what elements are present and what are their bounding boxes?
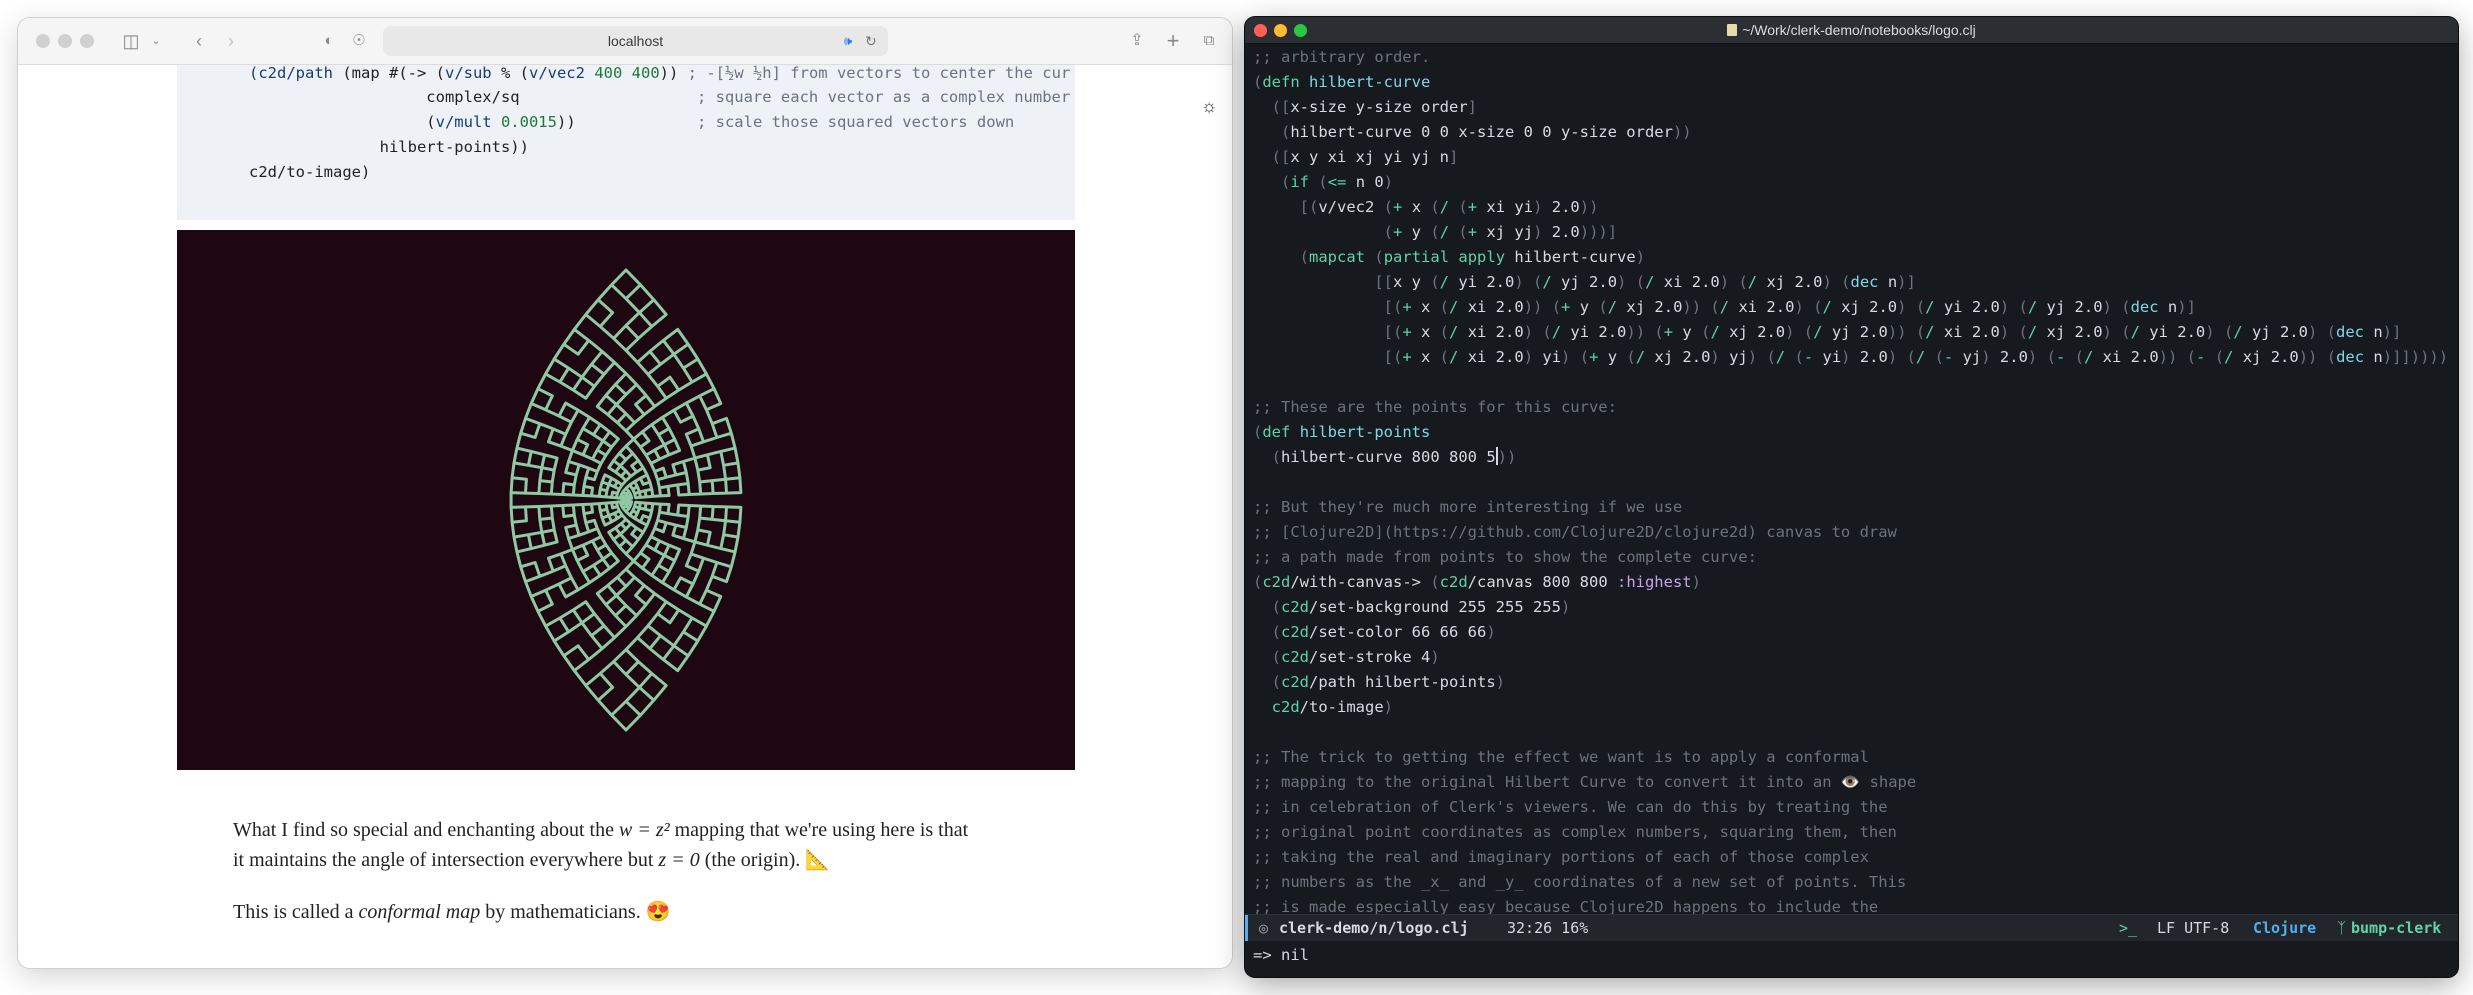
code-line: (mapcat (partial apply hilbert-curve)	[1299, 248, 1646, 266]
code-line: ;; numbers as the _x_ and _y_ coordinate…	[1253, 873, 1907, 891]
prose-text: (the origin). 📐	[699, 849, 831, 871]
code-line: (v/mult 0.0015)) ; scale those squared v…	[249, 113, 1015, 131]
echo-area: => nil	[1253, 946, 1309, 964]
new-tab-icon[interactable]: +	[1160, 28, 1186, 54]
code-line: (c2d/path hilbert-points)	[1271, 673, 1505, 691]
code-line: [(+ x (/ xi 2.0) (/ yi 2.0)) (+ y (/ xj …	[1383, 323, 2402, 341]
conformal-hilbert-image	[177, 230, 1075, 770]
code-line: ;; taking the real and imaginary portion…	[1253, 848, 1869, 866]
forward-icon[interactable]: ›	[218, 28, 244, 54]
editor-titlebar: ~/Work/clerk-demo/notebooks/logo.clj	[1245, 17, 2458, 44]
buffer-icon: ◎	[1259, 919, 1269, 937]
window-title-text: ~/Work/clerk-demo/notebooks/logo.clj	[1742, 22, 1976, 38]
chevron-down-icon[interactable]: ⌄	[143, 28, 169, 54]
code-line: (defn hilbert-curve	[1253, 73, 1431, 91]
code-line: hilbert-points))	[249, 138, 529, 156]
code-line: (+ y (/ (+ xj yj) 2.0)))]	[1383, 223, 1618, 241]
modeline-indicator	[1245, 915, 1248, 941]
code-line: (def hilbert-points	[1253, 423, 1431, 441]
code-line: [(+ x (/ xi 2.0)) (+ y (/ xj 2.0)) (/ xi…	[1383, 298, 2196, 316]
code-line: (c2d/path (map #(-> (v/sub % (v/vec2 400…	[249, 64, 1071, 82]
shield-icon[interactable]: ◐	[316, 28, 342, 54]
code-line: ;; But they're much more interesting if …	[1253, 498, 1683, 516]
prose-text: by mathematicians. 😍	[480, 901, 671, 923]
code-line: ;; original point coordinates as complex…	[1253, 823, 1897, 841]
code-line: (if (<= n 0)	[1281, 173, 1394, 191]
browser-toolbar: ◫ ⌄ ‹ › ◐ ☉ localhost 🕪 ↻ ⇪ + ⧉	[18, 18, 1232, 65]
paragraph: This is called a conformal map by mathem…	[233, 897, 1063, 927]
math-expression: z = 0	[658, 849, 700, 871]
code-line: [(+ x (/ xi 2.0) yi) (+ y (/ xj 2.0) yj)…	[1383, 348, 2449, 366]
code-line: ;; [Clojure2D](https://github.com/Clojur…	[1253, 523, 1897, 541]
prose-text: What I find so special and enchanting ab…	[233, 819, 619, 841]
prose-text: it maintains the angle of intersection e…	[233, 849, 659, 871]
code-line: ;; arbitrary order.	[1253, 48, 1431, 66]
code-line: ;; a path made from points to show the c…	[1253, 548, 1757, 566]
mode-line: ◎ clerk-demo/n/logo.clj 32:26 16% >_ LF …	[1245, 914, 2458, 941]
address-text: localhost	[607, 33, 664, 49]
sound-icon[interactable]: 🕪	[844, 33, 860, 49]
git-branch-icon: ᛉ	[2337, 919, 2347, 937]
major-mode[interactable]: Clojure	[2253, 915, 2316, 941]
zoom-light[interactable]	[80, 34, 94, 48]
code-line: (c2d/with-canvas-> (c2d/canvas 800 800 :…	[1253, 573, 1701, 591]
code-line: c2d/to-image)	[249, 163, 371, 181]
code-line: [[x y (/ yi 2.0) (/ yj 2.0) (/ xi 2.0) (…	[1374, 273, 1916, 291]
window-title: ~/Work/clerk-demo/notebooks/logo.clj	[1245, 17, 2458, 43]
code-line: complex/sq ; square each vector as a com…	[249, 88, 1071, 106]
code-line: [(v/vec2 (+ x (/ (+ xi yi) 2.0))	[1299, 198, 1599, 216]
paragraph: What I find so special and enchanting ab…	[233, 815, 1063, 875]
minimize-light[interactable]	[58, 34, 72, 48]
reload-icon[interactable]: ↻	[865, 33, 881, 49]
theme-toggle-icon[interactable]: ☼	[1198, 95, 1220, 117]
reader-icon[interactable]: ☉	[346, 28, 372, 54]
address-bar[interactable]: localhost 🕪 ↻	[383, 26, 888, 56]
code-line: c2d/to-image)	[1271, 698, 1394, 716]
code-line: (c2d/set-color 66 66 66)	[1271, 623, 1496, 641]
prose-text: mapping that we're using here is that	[669, 819, 969, 841]
code-line: (c2d/set-background 255 255 255)	[1271, 598, 1571, 616]
browser-window: ◫ ⌄ ‹ › ◐ ☉ localhost 🕪 ↻ ⇪ + ⧉ (c2d/pat…	[18, 18, 1232, 968]
math-expression: w = z²	[619, 819, 670, 841]
share-icon[interactable]: ⇪	[1124, 28, 1150, 54]
notebook-page: (c2d/path (map #(-> (v/sub % (v/vec2 400…	[18, 64, 1232, 968]
file-icon	[1727, 24, 1738, 36]
back-icon[interactable]: ‹	[186, 28, 212, 54]
code-line: ([x y xi xj yi yj n]	[1271, 148, 1459, 166]
code-line: (c2d/set-stroke 4)	[1271, 648, 1440, 666]
tabs-overview-icon[interactable]: ⧉	[1196, 28, 1222, 54]
code-cell: (c2d/path (map #(-> (v/sub % (v/vec2 400…	[177, 64, 1075, 220]
encoding[interactable]: LF UTF-8	[2157, 915, 2229, 941]
terminal-icon: >_	[2119, 919, 2138, 937]
sidebar-icon[interactable]: ◫	[118, 28, 144, 54]
git-branch[interactable]: bump-clerk	[2351, 915, 2441, 941]
editor-window: ~/Work/clerk-demo/notebooks/logo.clj ;; …	[1245, 17, 2458, 977]
code-line: ;; These are the points for this curve:	[1253, 398, 1617, 416]
emphasis: conformal map	[358, 901, 481, 923]
code-buffer[interactable]: ;; arbitrary order. (defn hilbert-curve …	[1245, 45, 2458, 930]
code-line: ([x-size y-size order]	[1271, 98, 1477, 116]
code-line: (hilbert-curve 0 0 x-size 0 0 y-size ord…	[1281, 123, 1692, 141]
hilbert-curve-path	[509, 268, 743, 732]
buffer-name[interactable]: clerk-demo/n/logo.clj	[1279, 915, 1469, 941]
code-line: ;; mapping to the original Hilbert Curve…	[1253, 773, 1917, 791]
hilbert-curve-plot	[509, 268, 743, 732]
prose-text: This is called a	[233, 901, 359, 923]
close-light[interactable]	[36, 34, 50, 48]
cursor-position: 32:26 16%	[1507, 919, 1589, 937]
code-line: ;; in celebration of Clerk's viewers. We…	[1253, 798, 1888, 816]
code-line: ;; The trick to getting the effect we wa…	[1253, 748, 1869, 766]
code-line: (hilbert-curve 800 800 5))	[1271, 447, 1517, 466]
